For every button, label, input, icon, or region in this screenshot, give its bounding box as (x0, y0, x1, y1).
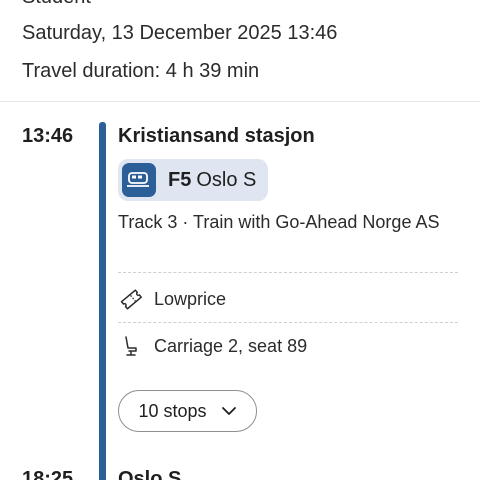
line-destination: Oslo S (196, 168, 257, 191)
train-icon (122, 163, 156, 197)
departure-time: 13:46 (22, 125, 74, 147)
section-divider (0, 101, 480, 102)
dotted-divider (118, 272, 458, 273)
chevron-down-icon (221, 406, 237, 416)
dotted-divider (118, 322, 458, 323)
seat-label: Carriage 2, seat 89 (154, 335, 308, 356)
departure-station: Kristiansand stasjon (118, 125, 315, 147)
arrival-station: Oslo S (118, 468, 182, 480)
fare-row: Lowprice (118, 286, 226, 312)
track-operator-info: Track 3 · Train with Go-Ahead Norge AS (118, 212, 440, 232)
passenger-type: Student (22, 0, 91, 9)
journey-details-page: Student Saturday, 13 December 2025 13:46… (0, 0, 480, 480)
travel-duration: Travel duration: 4 h 39 min (22, 60, 260, 82)
seat-row: Carriage 2, seat 89 (118, 333, 307, 359)
stops-toggle-button[interactable]: 10 stops (118, 390, 257, 432)
fare-label: Lowprice (154, 288, 227, 309)
arrival-time: 18:25 (22, 468, 74, 480)
timeline-bar (99, 122, 106, 480)
ticket-icon (118, 286, 144, 312)
line-code: F5 (168, 168, 192, 191)
departure-date-time: Saturday, 13 December 2025 13:46 (22, 22, 338, 44)
train-line-chip[interactable]: F5 Oslo S (118, 159, 269, 201)
stops-label: 10 stops (138, 400, 207, 421)
seat-icon (118, 333, 144, 359)
